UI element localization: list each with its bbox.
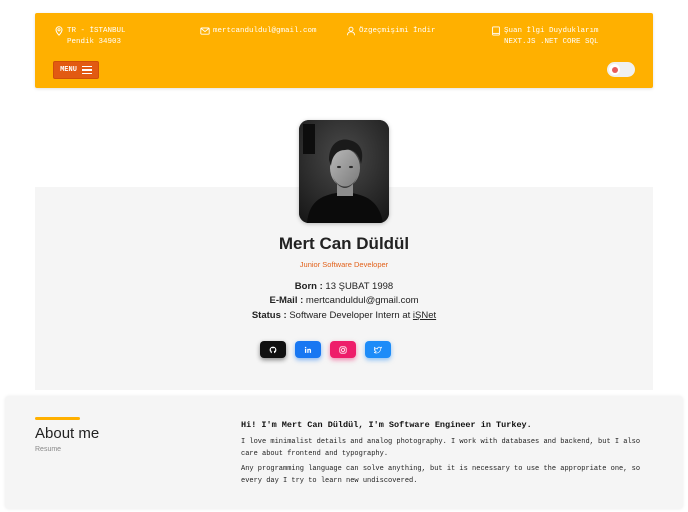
interests-info: Şuan İlgi Duyduklarım NEXT.JS .NET CORE … xyxy=(491,26,599,48)
profile-name: Mert Can Düldül xyxy=(278,234,410,253)
theme-toggle[interactable] xyxy=(607,62,635,77)
linkedin-button[interactable] xyxy=(295,341,321,358)
mail-icon xyxy=(200,26,210,36)
header-email[interactable]: mertcanduldul@gmail.com xyxy=(213,26,317,37)
company-link[interactable]: iŞNet xyxy=(413,310,436,321)
instagram-button[interactable] xyxy=(330,341,356,358)
status-row: Status : Software Developer Intern at iŞ… xyxy=(0,310,688,321)
github-icon xyxy=(269,346,277,353)
twitter-icon xyxy=(374,346,382,353)
location-info: TR - İSTANBUL Pendik 34903 xyxy=(54,26,126,48)
about-paragraph-2: Any programming language can solve anyth… xyxy=(241,463,661,487)
about-title: About me xyxy=(35,425,100,442)
twitter-button[interactable] xyxy=(365,341,391,358)
github-button[interactable] xyxy=(260,341,286,358)
interests-line-2: NEXT.JS .NET CORE SQL xyxy=(504,38,599,46)
toggle-knob xyxy=(609,64,620,75)
status-label: Status : xyxy=(251,310,287,321)
location-line-2: Pendik 34903 xyxy=(67,38,122,46)
email-label: E-Mail : xyxy=(269,295,304,306)
email-row: E-Mail : mertcanduldul@gmail.com xyxy=(0,295,688,306)
about-paragraph-2-line-2: every day I try to learn new undiscovere… xyxy=(241,477,418,485)
about-paragraph-2-line-1: Any programming language can solve anyth… xyxy=(241,465,641,473)
about-subtitle: Resume xyxy=(35,446,62,453)
book-icon xyxy=(491,26,501,36)
top-info-bar: TR - İSTANBUL Pendik 34903 mertcanduldul… xyxy=(35,13,653,88)
instagram-icon xyxy=(339,345,347,354)
profile-role: Junior Software Developer xyxy=(299,260,389,269)
about-section: About me Resume Hi! I'm Mert Can Düldül,… xyxy=(5,396,683,509)
dot-icon xyxy=(611,66,618,73)
user-icon xyxy=(346,26,356,36)
born-value: 13 ŞUBAT 1998 xyxy=(325,281,394,292)
menu-label: MENU xyxy=(60,66,77,74)
interests-line-1: Şuan İlgi Duyduklarım xyxy=(504,27,599,35)
resume-download-link[interactable]: Özgeçmişimi İndir xyxy=(346,26,436,37)
location-line-1: TR - İSTANBUL xyxy=(67,27,126,35)
status-value: Software Developer Intern at xyxy=(289,310,411,321)
born-label: Born : xyxy=(294,281,323,292)
about-accent-bar xyxy=(35,417,80,420)
born-row: Born : 13 ŞUBAT 1998 xyxy=(0,281,688,292)
about-paragraph-1: I love minimalist details and analog pho… xyxy=(241,436,661,460)
about-paragraph-1-line-1: I love minimalist details and analog pho… xyxy=(241,438,641,446)
hamburger-icon xyxy=(81,66,92,74)
email-info[interactable]: mertcanduldul@gmail.com xyxy=(200,26,317,37)
resume-download-label[interactable]: Özgeçmişimi İndir xyxy=(359,26,436,37)
profile-photo xyxy=(299,120,389,223)
location-pin-icon xyxy=(54,26,64,36)
linkedin-icon xyxy=(304,346,312,353)
about-paragraph-1-line-2: care about frontend and typography. xyxy=(241,450,389,458)
menu-button[interactable]: MENU xyxy=(53,61,99,79)
about-headline: Hi! I'm Mert Can Düldül, I'm Software En… xyxy=(241,420,532,430)
email-value: mertcanduldul@gmail.com xyxy=(305,295,419,306)
